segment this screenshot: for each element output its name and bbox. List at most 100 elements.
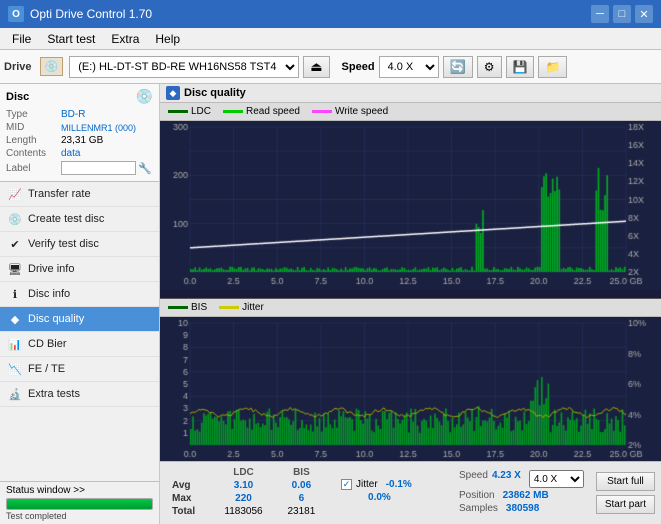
nav-fe-te-label: FE / TE: [28, 363, 65, 375]
stats-table: LDC BIS Avg 3.10 0.06 Max 220 6 Total: [160, 462, 333, 524]
nav-extra-tests[interactable]: 🔬 Extra tests: [0, 382, 159, 407]
disc-label-input[interactable]: [61, 161, 136, 175]
chart-header-title: Disc quality: [184, 87, 246, 99]
jitter-section: ✓ Jitter -0.1% 0.0%: [333, 462, 453, 524]
speed-key: Speed: [459, 470, 488, 488]
disc-header-label: Disc: [6, 91, 29, 103]
jitter-checkbox[interactable]: ✓: [341, 479, 352, 490]
legend-write-speed: Write speed: [312, 106, 388, 117]
transfer-rate-icon: 📈: [8, 187, 22, 201]
status-window-label: Status window >>: [6, 485, 85, 496]
stats-max-label: Max: [166, 492, 211, 505]
disc-quality-icon: ◆: [8, 312, 22, 326]
chart-header-icon: ◆: [166, 86, 180, 100]
samples-val: 380598: [506, 503, 539, 514]
menu-help[interactable]: Help: [147, 30, 188, 48]
position-key: Position: [459, 490, 495, 501]
stats-col-bis: BIS: [276, 466, 327, 479]
nav-verify-test-disc[interactable]: ✔ Verify test disc: [0, 232, 159, 257]
disc-label-edit-icon[interactable]: 🔧: [138, 162, 152, 175]
nav-cd-bier[interactable]: 📊 CD Bier: [0, 332, 159, 357]
position-val: 23862 MB: [503, 490, 549, 501]
disc-info-box: Disc 💿 Type BD-R MID MILLENMR1 (000) Len…: [0, 84, 159, 182]
speed-result-select[interactable]: 4.0 X: [529, 470, 584, 488]
start-full-button[interactable]: Start full: [596, 472, 655, 491]
drive-label: Drive: [4, 61, 32, 73]
legend-bis-label: BIS: [191, 302, 207, 313]
drive-select[interactable]: (E:) HL-DT-ST BD-RE WH16NS58 TST4: [69, 56, 299, 78]
stats-total-ldc: 1183056: [211, 505, 276, 518]
legend-read-speed: Read speed: [223, 106, 300, 117]
nav-menu: 📈 Transfer rate 💿 Create test disc ✔ Ver…: [0, 182, 159, 481]
drive-info-icon: 🖥: [8, 262, 22, 276]
toolbar: Drive 💿 (E:) HL-DT-ST BD-RE WH16NS58 TST…: [0, 50, 661, 84]
nav-disc-info[interactable]: ℹ Disc info: [0, 282, 159, 307]
disc-type-val: BD-R: [61, 109, 85, 120]
nav-verify-test-disc-label: Verify test disc: [28, 238, 99, 250]
status-window-toggle[interactable]: Status window >> Test completed: [0, 481, 159, 524]
nav-fe-te[interactable]: 📉 FE / TE: [0, 357, 159, 382]
menu-extra[interactable]: Extra: [103, 30, 147, 48]
disc-header-icon: 💿: [136, 88, 153, 105]
samples-key: Samples: [459, 503, 498, 514]
refresh-button[interactable]: 🔄: [443, 56, 473, 78]
bottom-chart-canvas: [160, 317, 661, 461]
stats-avg-ldc: 3.10: [211, 479, 276, 492]
stats-total-bis: 23181: [276, 505, 327, 518]
disc-length-key: Length: [6, 135, 61, 146]
cd-bier-icon: 📊: [8, 337, 22, 351]
eject-button[interactable]: ⏏: [303, 56, 329, 78]
window-controls: ─ □ ✕: [591, 5, 653, 23]
burn-button[interactable]: 💾: [506, 56, 535, 78]
disc-type-key: Type: [6, 109, 61, 120]
top-chart-canvas: [160, 121, 661, 290]
legend-bis: BIS: [168, 302, 207, 313]
speed-select[interactable]: 4.0 X: [379, 56, 439, 78]
save-button[interactable]: 📁: [538, 56, 567, 78]
top-legend-bar: LDC Read speed Write speed: [160, 103, 661, 121]
jitter-avg: -0.1%: [386, 479, 412, 490]
speed-val: 4.23 X: [492, 470, 521, 488]
stats-max-bis: 6: [276, 492, 327, 505]
extra-tests-icon: 🔬: [8, 387, 22, 401]
buttons-section: Start full Start part: [590, 462, 661, 524]
nav-disc-quality-label: Disc quality: [28, 313, 84, 325]
nav-create-test-disc[interactable]: 💿 Create test disc: [0, 207, 159, 232]
table-row: Total 1183056 23181: [166, 505, 327, 518]
top-chart-wrapper: [160, 121, 661, 299]
nav-transfer-rate[interactable]: 📈 Transfer rate: [0, 182, 159, 207]
stats-avg-label: Avg: [166, 479, 211, 492]
legend-write-speed-label: Write speed: [335, 106, 388, 117]
charts-container: LDC Read speed Write speed BIS: [160, 103, 661, 461]
legend-jitter: Jitter: [219, 302, 264, 313]
menubar: File Start test Extra Help: [0, 28, 661, 50]
jitter-label: Jitter: [356, 479, 378, 490]
table-row: Avg 3.10 0.06: [166, 479, 327, 492]
chart-header: ◆ Disc quality: [160, 84, 661, 103]
nav-drive-info[interactable]: 🖥 Drive info: [0, 257, 159, 282]
nav-drive-info-label: Drive info: [28, 263, 74, 275]
start-part-button[interactable]: Start part: [596, 495, 655, 514]
main-area: Disc 💿 Type BD-R MID MILLENMR1 (000) Len…: [0, 84, 661, 524]
create-test-disc-icon: 💿: [8, 212, 22, 226]
maximize-button[interactable]: □: [613, 5, 631, 23]
minimize-button[interactable]: ─: [591, 5, 609, 23]
disc-contents-val: data: [61, 148, 80, 159]
stats-avg-bis: 0.06: [276, 479, 327, 492]
nav-cd-bier-label: CD Bier: [28, 338, 67, 350]
fe-te-icon: 📉: [8, 362, 22, 376]
speed-label: Speed: [342, 61, 375, 73]
menu-file[interactable]: File: [4, 30, 39, 48]
nav-disc-quality[interactable]: ◆ Disc quality: [0, 307, 159, 332]
disc-contents-key: Contents: [6, 148, 61, 159]
jitter-max: 0.0%: [368, 492, 391, 503]
progress-bar-fill: [7, 499, 152, 509]
progress-bar-container: [6, 498, 153, 510]
config-button[interactable]: ⚙: [477, 56, 502, 78]
left-panel: Disc 💿 Type BD-R MID MILLENMR1 (000) Len…: [0, 84, 160, 524]
verify-test-disc-icon: ✔: [8, 237, 22, 251]
close-button[interactable]: ✕: [635, 5, 653, 23]
menu-start-test[interactable]: Start test: [39, 30, 103, 48]
legend-ldc: LDC: [168, 106, 211, 117]
disc-mid-val: MILLENMR1 (000): [61, 123, 136, 133]
